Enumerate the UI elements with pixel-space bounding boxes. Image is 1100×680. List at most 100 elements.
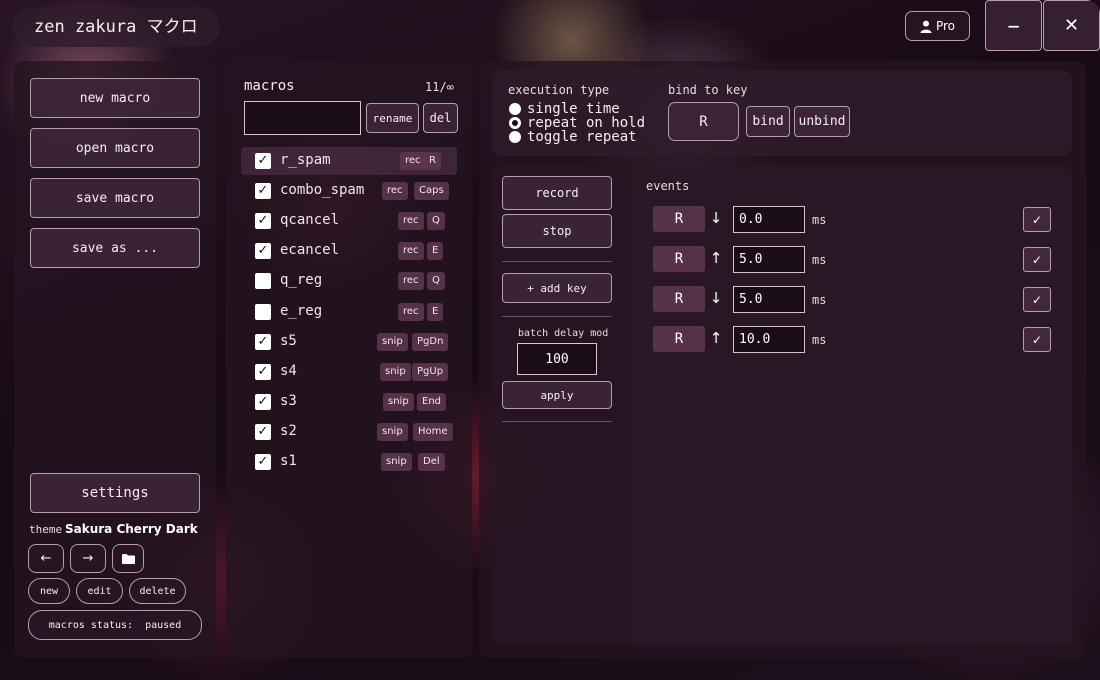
macro-name: s4: [280, 362, 297, 379]
batch-delay-input[interactable]: [517, 343, 597, 375]
rename-button[interactable]: rename: [366, 103, 419, 133]
macro-enabled-checkbox[interactable]: ✓: [255, 243, 271, 260]
arrow-right-icon: →: [82, 551, 94, 566]
macro-enabled-checkbox[interactable]: [255, 273, 271, 290]
macro-type-tag: rec: [398, 302, 424, 321]
settings-button[interactable]: settings: [30, 473, 200, 513]
macro-row[interactable]: ✓ s1 snip Del: [241, 448, 457, 476]
event-key[interactable]: R: [653, 246, 705, 272]
macro-key-tag: E: [427, 302, 444, 321]
event-confirm-button[interactable]: ✓: [1023, 287, 1051, 312]
user-icon: [920, 20, 932, 33]
theme-next-button[interactable]: →: [70, 544, 106, 573]
add-key-button[interactable]: + add key: [502, 273, 612, 303]
events-panel: [632, 165, 1072, 645]
event-confirm-button[interactable]: ✓: [1023, 207, 1051, 232]
event-key[interactable]: R: [653, 286, 705, 312]
pro-button[interactable]: Pro: [905, 11, 970, 41]
theme-delete-button[interactable]: delete: [129, 578, 186, 604]
macro-row[interactable]: q_reg rec Q: [241, 267, 457, 295]
open-macro-button[interactable]: open macro: [30, 128, 200, 168]
theme-folder-button[interactable]: [112, 544, 144, 573]
divider: [502, 316, 612, 317]
divider: [502, 261, 612, 262]
save-as-button[interactable]: save as ...: [30, 228, 200, 268]
event-unit-label: ms: [812, 213, 827, 227]
macro-enabled-checkbox[interactable]: ✓: [255, 213, 271, 230]
close-icon: ✕: [1063, 15, 1080, 36]
macro-row[interactable]: ✓ s5 snip PgDn: [241, 328, 457, 356]
execution-option-toggle[interactable]: toggle repeat: [509, 129, 637, 145]
theme-label: theme: [29, 523, 63, 536]
theme-prev-button[interactable]: ←: [28, 544, 64, 573]
event-confirm-button[interactable]: ✓: [1023, 327, 1051, 352]
radio-repeat-hold[interactable]: [509, 117, 521, 129]
macro-key-tag: E: [427, 242, 444, 261]
pro-label: Pro: [935, 19, 956, 33]
event-delay-input[interactable]: [733, 246, 805, 273]
folder-icon: [121, 553, 135, 564]
stop-button[interactable]: stop: [502, 214, 612, 248]
macro-name: q_reg: [280, 272, 323, 289]
bind-button[interactable]: bind: [746, 106, 790, 137]
event-confirm-button[interactable]: ✓: [1023, 247, 1051, 272]
save-macro-button[interactable]: save macro: [30, 178, 200, 218]
event-delay-input[interactable]: [733, 286, 805, 313]
event-unit-label: ms: [812, 333, 827, 347]
record-button[interactable]: record: [502, 176, 612, 210]
arrow-up-icon[interactable]: ↑: [709, 329, 723, 347]
macro-enabled-checkbox[interactable]: ✓: [255, 454, 271, 470]
macro-name: r_spam: [280, 152, 331, 168]
macro-enabled-checkbox[interactable]: ✓: [255, 393, 271, 410]
macro-key-tag: Del: [418, 453, 445, 471]
close-button[interactable]: ✕: [1043, 0, 1100, 51]
arrow-down-icon[interactable]: ↓: [709, 289, 723, 307]
macro-row[interactable]: ✓ combo_spam rec Caps: [241, 177, 457, 205]
macro-key-tag: End: [417, 392, 447, 411]
macro-enabled-checkbox[interactable]: ✓: [255, 333, 271, 350]
macro-enabled-checkbox[interactable]: ✓: [255, 423, 271, 440]
macros-count: 11/∞: [425, 80, 454, 94]
app-title: zen zakura マクロ: [12, 7, 220, 47]
apply-button[interactable]: apply: [502, 381, 612, 409]
arrow-up-icon[interactable]: ↑: [709, 249, 723, 267]
app-window: zen zakura マクロ Pro − ✕ new macro open ma…: [0, 0, 1100, 680]
event-delay-input[interactable]: [733, 326, 805, 353]
macro-row[interactable]: ✓ s4 snip PgUp: [241, 358, 457, 386]
arrow-down-icon[interactable]: ↓: [709, 209, 723, 227]
macro-row[interactable]: e_reg rec E: [241, 298, 457, 326]
theme-new-button[interactable]: new: [28, 578, 70, 604]
radio-single[interactable]: [509, 103, 521, 115]
macro-row[interactable]: ✓ r_spam rec R: [241, 147, 457, 175]
macro-key-tag: Home: [413, 422, 453, 441]
event-key[interactable]: R: [653, 206, 705, 232]
macro-enabled-checkbox[interactable]: ✓: [255, 183, 271, 200]
macro-row[interactable]: ✓ s3 snip End: [241, 388, 457, 416]
macro-enabled-checkbox[interactable]: ✓: [255, 153, 271, 169]
macro-name: combo_spam: [280, 182, 365, 199]
macro-name-input[interactable]: [244, 101, 361, 135]
macro-enabled-checkbox[interactable]: ✓: [255, 363, 271, 380]
arrow-left-icon: ←: [40, 551, 52, 566]
radio-toggle[interactable]: [509, 131, 521, 143]
macro-name: s1: [280, 453, 297, 469]
macro-name: s3: [280, 392, 297, 409]
macro-row[interactable]: ✓ ecancel rec E: [241, 237, 457, 265]
bind-heading: bind to key: [668, 83, 748, 97]
new-macro-button[interactable]: new macro: [30, 78, 200, 118]
bind-key-display[interactable]: R: [668, 102, 739, 141]
macro-row[interactable]: ✓ qcancel rec Q: [241, 207, 457, 235]
del-button[interactable]: del: [423, 103, 458, 133]
macro-type-tag: snip: [377, 422, 408, 441]
event-key[interactable]: R: [653, 326, 705, 352]
event-delay-input[interactable]: [733, 206, 805, 233]
unbind-button[interactable]: unbind: [794, 106, 850, 137]
macros-heading: macros: [244, 78, 295, 94]
minimize-button[interactable]: −: [985, 0, 1042, 51]
macro-enabled-checkbox[interactable]: [255, 303, 271, 320]
theme-edit-button[interactable]: edit: [76, 578, 123, 604]
macro-key-tag: PgUp: [412, 362, 449, 381]
macro-type-tag: snip: [383, 392, 414, 411]
batch-delay-label: batch delay mod: [518, 328, 609, 339]
macro-row[interactable]: ✓ s2 snip Home: [241, 418, 457, 446]
